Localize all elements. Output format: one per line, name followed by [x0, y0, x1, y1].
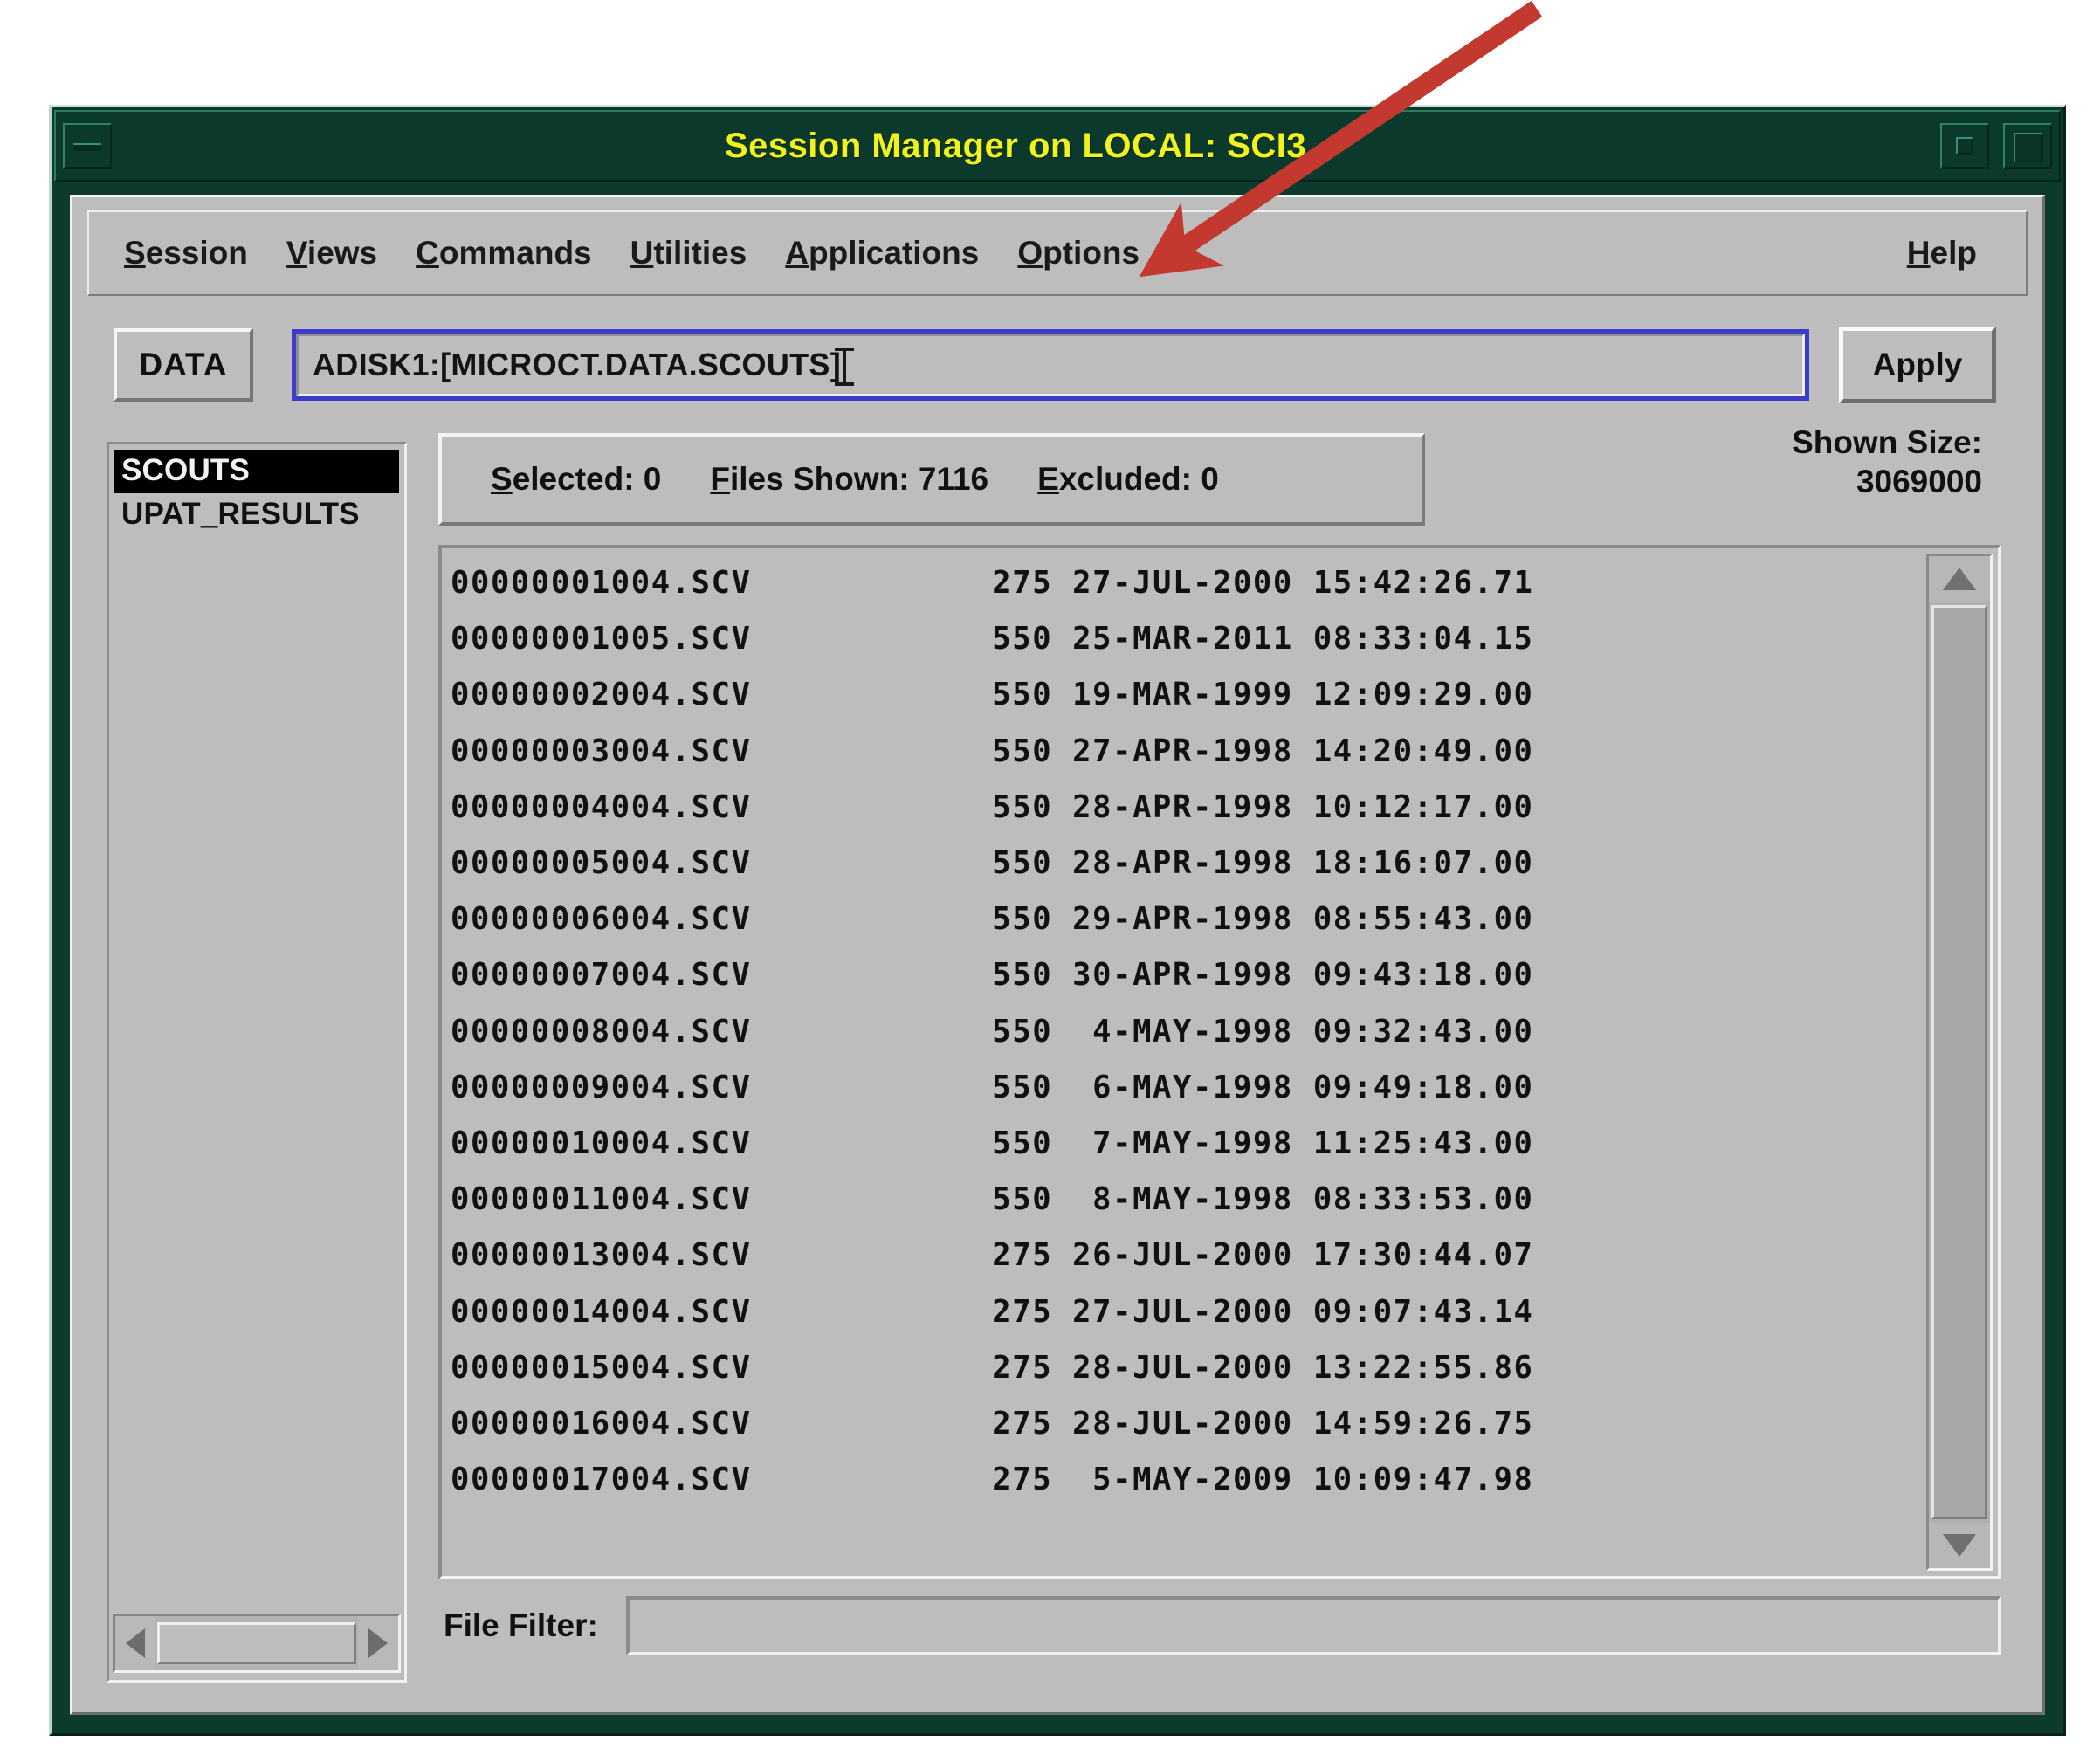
count-label: iles Shown: 7116	[730, 461, 989, 497]
file-list-row[interactable]: 00000005004.SCV 550 28-APR-1998 18:16:07…	[451, 836, 1911, 891]
list-item[interactable]: UPAT_RESULTS	[114, 493, 399, 537]
selected-count[interactable]: Selected: 0	[491, 461, 661, 498]
file-list-vertical-scrollbar[interactable]	[1926, 554, 1993, 1571]
body-area: SCOUTS UPAT_RESULTS Selected: 0 Files Sh…	[87, 417, 2028, 1700]
file-list-row[interactable]: 00000003004.SCV 550 27-APR-1998 14:20:49…	[451, 724, 1911, 780]
restore-button[interactable]	[1940, 123, 1989, 169]
menu-label: tilities	[653, 235, 747, 271]
file-filter-label: File Filter:	[444, 1607, 598, 1643]
file-filter-row: File Filter:	[438, 1592, 2001, 1660]
file-list-row[interactable]: 00000011004.SCV 550 8-MAY-1998 08:33:53.…	[451, 1172, 1911, 1228]
scroll-left-arrow-icon[interactable]	[115, 1616, 155, 1670]
file-list-row[interactable]: 00000017004.SCV 275 5-MAY-2009 10:09:47.…	[451, 1452, 1911, 1508]
menu-item-help[interactable]: Help	[1907, 230, 1977, 277]
directory-horizontal-scrollbar[interactable]	[113, 1614, 401, 1673]
count-label: elected: 0	[512, 461, 662, 497]
directory-panel: SCOUTS UPAT_RESULTS	[107, 442, 407, 1683]
directory-list[interactable]: SCOUTS UPAT_RESULTS	[114, 450, 399, 1596]
file-list-row[interactable]: 00000015004.SCV 275 28-JUL-2000 13:22:55…	[451, 1340, 1911, 1396]
file-list-row[interactable]: 00000008004.SCV 550 4-MAY-1998 09:32:43.…	[451, 1004, 1911, 1060]
menu-item-utilities[interactable]: Utilities	[630, 230, 747, 277]
menu-label: iews	[306, 235, 378, 271]
title-bar-buttons	[1933, 123, 2059, 169]
text-cursor-icon	[835, 348, 855, 386]
data-button[interactable]: DATA	[114, 328, 253, 402]
count-label: xcluded: 0	[1058, 461, 1219, 497]
files-shown-count[interactable]: Files Shown: 7116	[710, 461, 988, 498]
files-column: Selected: 0 Files Shown: 7116 Excluded: …	[426, 417, 2014, 1683]
path-input-value: ADISK1:[MICROCT.DATA.SCOUTS]	[313, 347, 842, 382]
menu-item-session[interactable]: Session	[124, 230, 248, 277]
count-mnemonic: F	[710, 461, 730, 497]
menu-mnemonic: U	[630, 235, 654, 271]
file-list-row[interactable]: 00000006004.SCV 550 29-APR-1998 08:55:43…	[451, 891, 1911, 947]
file-list-row[interactable]: 00000004004.SCV 550 28-APR-1998 10:12:17…	[451, 780, 1911, 836]
excluded-count[interactable]: Excluded: 0	[1037, 461, 1219, 498]
menu-item-commands[interactable]: Commands	[416, 230, 592, 277]
file-list-row[interactable]: 00000002004.SCV 550 19-MAR-1999 12:09:29…	[451, 667, 1911, 723]
window-title: Session Manager on LOCAL: SCI3	[724, 126, 1307, 165]
client-area: Session Views Commands Utilities Applica…	[70, 195, 2045, 1715]
menu-mnemonic: S	[124, 235, 146, 271]
menu-mnemonic: O	[1017, 235, 1043, 271]
apply-button[interactable]: Apply	[1839, 327, 1996, 403]
menu-label: ptions	[1043, 235, 1140, 271]
menu-mnemonic: V	[286, 235, 307, 271]
menu-label: pplications	[809, 235, 980, 271]
scrollbar-thumb[interactable]	[1931, 605, 1987, 1519]
shown-size: Shown Size: 3069000	[1598, 423, 1982, 501]
file-list-row[interactable]: 00000013004.SCV 275 26-JUL-2000 17:30:44…	[451, 1228, 1911, 1283]
file-filter-input[interactable]	[625, 1596, 2001, 1655]
menu-mnemonic: H	[1906, 235, 1931, 271]
shown-size-value: 3069000	[1856, 464, 1982, 500]
file-list-row[interactable]: 00000001005.SCV 550 25-MAR-2011 08:33:04…	[451, 611, 1911, 667]
shown-size-label: Shown Size:	[1792, 424, 1982, 460]
scroll-up-arrow-icon[interactable]	[1929, 556, 1990, 602]
menu-mnemonic: A	[785, 235, 809, 271]
list-item[interactable]: SCOUTS	[114, 450, 399, 493]
minimize-button[interactable]	[63, 123, 112, 169]
file-list-row[interactable]: 00000014004.SCV 275 27-JUL-2000 09:07:43…	[451, 1284, 1911, 1340]
menu-bar: Session Views Commands Utilities Applica…	[87, 210, 2028, 296]
maximize-button[interactable]	[2003, 123, 2052, 169]
menu-item-options[interactable]: Options	[1017, 230, 1140, 277]
file-list-panel: 00000001004.SCV 275 27-JUL-2000 15:42:26…	[438, 545, 2001, 1579]
file-list-row[interactable]: 00000007004.SCV 550 30-APR-1998 09:43:18…	[451, 947, 1911, 1003]
file-list-row[interactable]: 00000001004.SCV 275 27-JUL-2000 15:42:26…	[451, 555, 1911, 611]
file-list[interactable]: 00000001004.SCV 275 27-JUL-2000 15:42:26…	[451, 555, 1911, 1569]
count-mnemonic: S	[491, 461, 513, 497]
title-bar[interactable]: Session Manager on LOCAL: SCI3	[54, 110, 2061, 182]
file-list-row[interactable]: 00000009004.SCV 550 6-MAY-1998 09:49:18.…	[451, 1060, 1911, 1116]
scrollbar-thumb[interactable]	[157, 1622, 356, 1664]
scroll-right-arrow-icon[interactable]	[358, 1616, 398, 1670]
application-window: Session Manager on LOCAL: SCI3 Session V…	[49, 105, 2066, 1736]
menu-label: ession	[145, 235, 248, 271]
scroll-down-arrow-icon[interactable]	[1929, 1523, 1990, 1568]
file-list-row[interactable]: 00000016004.SCV 275 28-JUL-2000 14:59:26…	[451, 1396, 1911, 1452]
path-input[interactable]: ADISK1:[MICROCT.DATA.SCOUTS]	[296, 334, 1805, 396]
counts-bar: Selected: 0 Files Shown: 7116 Excluded: …	[438, 433, 1425, 526]
menu-item-views[interactable]: Views	[286, 230, 377, 277]
count-mnemonic: E	[1037, 461, 1059, 497]
menu-mnemonic: C	[416, 235, 439, 271]
menu-label: elp	[1930, 235, 1977, 271]
file-list-row[interactable]: 00000010004.SCV 550 7-MAY-1998 11:25:43.…	[451, 1116, 1911, 1172]
menu-item-applications[interactable]: Applications	[785, 230, 979, 277]
path-row: DATA ADISK1:[MICROCT.DATA.SCOUTS] Apply	[87, 321, 2028, 409]
path-input-frame: ADISK1:[MICROCT.DATA.SCOUTS]	[292, 329, 1809, 401]
menu-label: ommands	[438, 235, 592, 271]
